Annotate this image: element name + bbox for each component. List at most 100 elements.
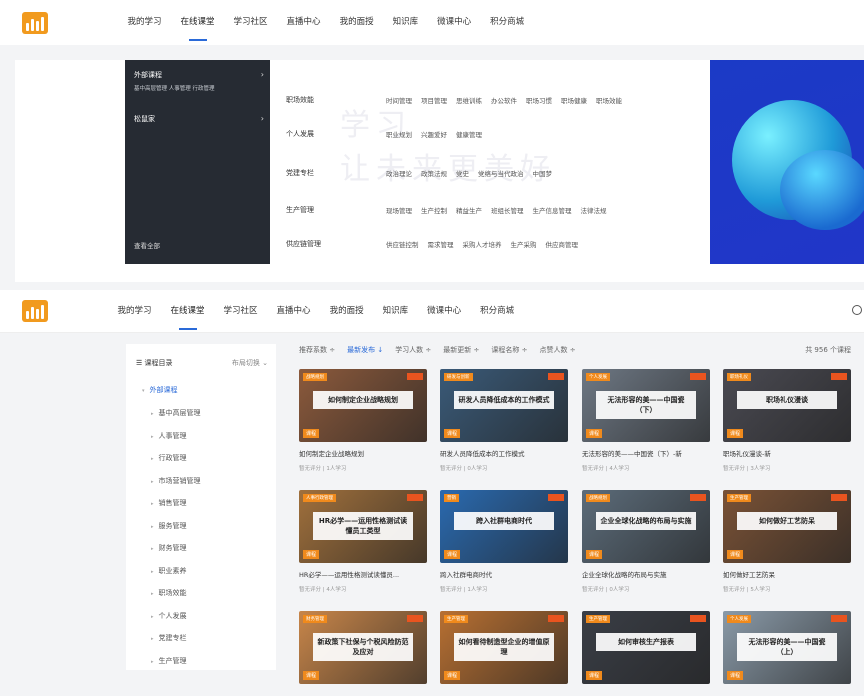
- subcategory-link[interactable]: 职场健康: [561, 95, 587, 105]
- subcategory-heading[interactable]: 生产管理: [286, 205, 386, 215]
- subcategory-link[interactable]: 职场习惯: [526, 95, 552, 105]
- nav-item[interactable]: 我的学习: [118, 0, 171, 45]
- subcategory-link[interactable]: 供应商管理: [546, 239, 579, 249]
- sort-option[interactable]: 点赞人数 ÷: [539, 345, 575, 355]
- sort-option[interactable]: 最新更新 ÷: [443, 345, 479, 355]
- catalog-item[interactable]: ▸ 党建专栏: [151, 633, 187, 643]
- course-thumbnail[interactable]: 研发与创新 研发人员降低成本的工作模式 课程: [440, 369, 568, 442]
- subcategory-link[interactable]: 现场管理: [386, 205, 412, 215]
- nav-item[interactable]: 我的面授: [330, 0, 383, 45]
- course-name[interactable]: 无法形容的美——中国瓷（下）-新: [582, 448, 710, 458]
- course-card[interactable]: 人事行政管理 HR必学——运用性格测试读懂员工类型 课程 HR必学——运用性格测试读懂…: [299, 490, 427, 593]
- subcategory-link[interactable]: 办公软件: [491, 95, 517, 105]
- subcategory-link[interactable]: 生产控制: [421, 205, 447, 215]
- course-card[interactable]: 职场礼仪 职场礼仪漫谈 课程 职场礼仪漫谈-新 暂无评分 | 3人学习: [723, 369, 851, 472]
- course-card[interactable]: 生产管理 如何看待制造型企业的增值原理 课程: [440, 611, 568, 696]
- nav-item[interactable]: 积分商城: [471, 289, 524, 334]
- catalog-item[interactable]: ▸ 财务管理: [151, 543, 187, 553]
- catalog-item-current[interactable]: ▾ 外部课程: [142, 385, 178, 395]
- course-thumbnail[interactable]: 生产管理 如何看待制造型企业的增值原理 课程: [440, 611, 568, 684]
- course-name[interactable]: 如何制定企业战略规划: [299, 448, 427, 458]
- logo-icon[interactable]: [22, 11, 48, 34]
- nav-item[interactable]: 学习社区: [214, 289, 267, 334]
- subcategory-link[interactable]: 项目管理: [421, 95, 447, 105]
- sort-option[interactable]: 课程名称 ÷: [491, 345, 527, 355]
- catalog-item[interactable]: ▸ 生产管理: [151, 656, 187, 666]
- nav-item[interactable]: 微课中心: [428, 0, 481, 45]
- catalog-item[interactable]: ▸ 职业素养: [151, 566, 187, 576]
- sort-option[interactable]: 推荐系数 ÷: [299, 345, 335, 355]
- course-thumbnail[interactable]: 个人发展 无法形容的美——中国瓷（下） 课程: [582, 369, 710, 442]
- subcategory-link[interactable]: 供应链控制: [386, 239, 419, 249]
- nav-item[interactable]: 知识库: [373, 289, 418, 334]
- nav-item[interactable]: 知识库: [383, 0, 428, 45]
- subcategory-link[interactable]: 职业规划: [386, 129, 412, 139]
- catalog-item[interactable]: ▸ 销售管理: [151, 498, 187, 508]
- course-card[interactable]: 生产管理 如何做好工艺防呆 课程 如何做好工艺防呆 暂无评分 | 5人学习: [723, 490, 851, 593]
- course-thumbnail[interactable]: 营销 跨入社群电商时代 课程: [440, 490, 568, 563]
- catalog-item[interactable]: ▸ 职场效能: [151, 588, 187, 598]
- subcategory-link[interactable]: 健康管理: [456, 129, 482, 139]
- course-thumbnail[interactable]: 战略规划 如何制定企业战略规划 课程: [299, 369, 427, 442]
- course-name[interactable]: 职场礼仪漫谈-新: [723, 448, 851, 458]
- subcategory-link[interactable]: 时间管理: [386, 95, 412, 105]
- nav-item[interactable]: 我的学习: [108, 289, 161, 334]
- course-card[interactable]: 营销 跨入社群电商时代 课程 跨入社群电商时代 暂无评分 | 1人学习: [440, 490, 568, 593]
- subcategory-heading[interactable]: 党建专栏: [286, 168, 386, 178]
- sort-option[interactable]: 最新发布 ↓: [347, 345, 383, 355]
- course-name[interactable]: 企业全球化战略的布局与实施: [582, 569, 710, 579]
- course-card[interactable]: 研发与创新 研发人员降低成本的工作模式 课程 研发人员降低成本的工作模式 暂无评分 | …: [440, 369, 568, 472]
- course-card[interactable]: 财务管理 新政策下社保与个税风险防范及应对 课程: [299, 611, 427, 696]
- course-thumbnail[interactable]: 个人发展 无法形容的美——中国瓷（上） 课程: [723, 611, 851, 684]
- nav-item[interactable]: 在线课堂: [171, 0, 224, 45]
- course-thumbnail[interactable]: 战略规划 企业全球化战略的布局与实施 课程: [582, 490, 710, 563]
- subcategory-link[interactable]: 兴趣爱好: [421, 129, 447, 139]
- course-card[interactable]: 个人发展 无法形容的美——中国瓷（下） 课程 无法形容的美——中国瓷（下）-新 暂无评分…: [582, 369, 710, 472]
- course-card[interactable]: 战略规划 企业全球化战略的布局与实施 课程 企业全球化战略的布局与实施 暂无评分 | 0…: [582, 490, 710, 593]
- subcategory-link[interactable]: 采购人才培养: [463, 239, 502, 249]
- course-card[interactable]: 生产管理 如何审核生产报表 课程: [582, 611, 710, 696]
- nav-item[interactable]: 学习社区: [224, 0, 277, 45]
- catalog-item[interactable]: ▸ 行政管理: [151, 453, 187, 463]
- subcategory-link[interactable]: 职场效能: [596, 95, 622, 105]
- category-external-courses[interactable]: 外部课程 基中高层管理 人事管理 行政管理 ›: [134, 70, 264, 92]
- course-thumbnail[interactable]: 人事行政管理 HR必学——运用性格测试读懂员工类型 课程: [299, 490, 427, 563]
- logo-icon[interactable]: [22, 300, 48, 322]
- layout-switch-button[interactable]: 布局切换 ⌄: [232, 358, 268, 368]
- catalog-item[interactable]: ▸ 个人发展: [151, 611, 187, 621]
- catalog-item[interactable]: ▸ 人事管理: [151, 431, 187, 441]
- course-name[interactable]: 跨入社群电商时代: [440, 569, 568, 579]
- subcategory-heading[interactable]: 职场效能: [286, 95, 386, 105]
- subcategory-link[interactable]: 党史: [456, 168, 469, 178]
- subcategory-link[interactable]: 党络与当代政治: [478, 168, 524, 178]
- nav-item[interactable]: 微课中心: [418, 289, 471, 334]
- subcategory-heading[interactable]: 个人发展: [286, 129, 386, 139]
- subcategory-link[interactable]: 中国梦: [533, 168, 553, 178]
- catalog-item[interactable]: ▸ 服务管理: [151, 521, 187, 531]
- subcategory-link[interactable]: 生产采购: [511, 239, 537, 249]
- subcategory-heading[interactable]: 供应链管理: [286, 239, 386, 249]
- category-songshujia[interactable]: 松鼠家 ›: [134, 114, 264, 124]
- nav-item[interactable]: 我的面授: [320, 289, 373, 334]
- subcategory-link[interactable]: 法律法规: [581, 205, 607, 215]
- course-thumbnail[interactable]: 财务管理 新政策下社保与个税风险防范及应对 课程: [299, 611, 427, 684]
- course-name[interactable]: HR必学——运用性格测试读懂员...: [299, 569, 427, 579]
- catalog-item[interactable]: ▸ 基中高层管理: [151, 408, 201, 418]
- course-name[interactable]: 如何做好工艺防呆: [723, 569, 851, 579]
- subcategory-link[interactable]: 政治理论: [386, 168, 412, 178]
- course-thumbnail[interactable]: 生产管理 如何审核生产报表 课程: [582, 611, 710, 684]
- course-thumbnail[interactable]: 职场礼仪 职场礼仪漫谈 课程: [723, 369, 851, 442]
- subcategory-link[interactable]: 政策法规: [421, 168, 447, 178]
- course-card[interactable]: 个人发展 无法形容的美——中国瓷（上） 课程: [723, 611, 851, 696]
- course-card[interactable]: 战略规划 如何制定企业战略规划 课程 如何制定企业战略规划 暂无评分 | 1人学习: [299, 369, 427, 472]
- subcategory-link[interactable]: 精益生产: [456, 205, 482, 215]
- sort-option[interactable]: 学习人数 ÷: [395, 345, 431, 355]
- catalog-item[interactable]: ▸ 市场营销管理: [151, 476, 201, 486]
- view-all-link[interactable]: 查看全部: [134, 240, 160, 250]
- nav-item[interactable]: 直播中心: [277, 0, 330, 45]
- subcategory-link[interactable]: 生产信息管理: [533, 205, 572, 215]
- subcategory-link[interactable]: 班组长管理: [491, 205, 524, 215]
- nav-item[interactable]: 直播中心: [267, 289, 320, 334]
- nav-item[interactable]: 在线课堂: [161, 289, 214, 334]
- subcategory-link[interactable]: 需求管理: [428, 239, 454, 249]
